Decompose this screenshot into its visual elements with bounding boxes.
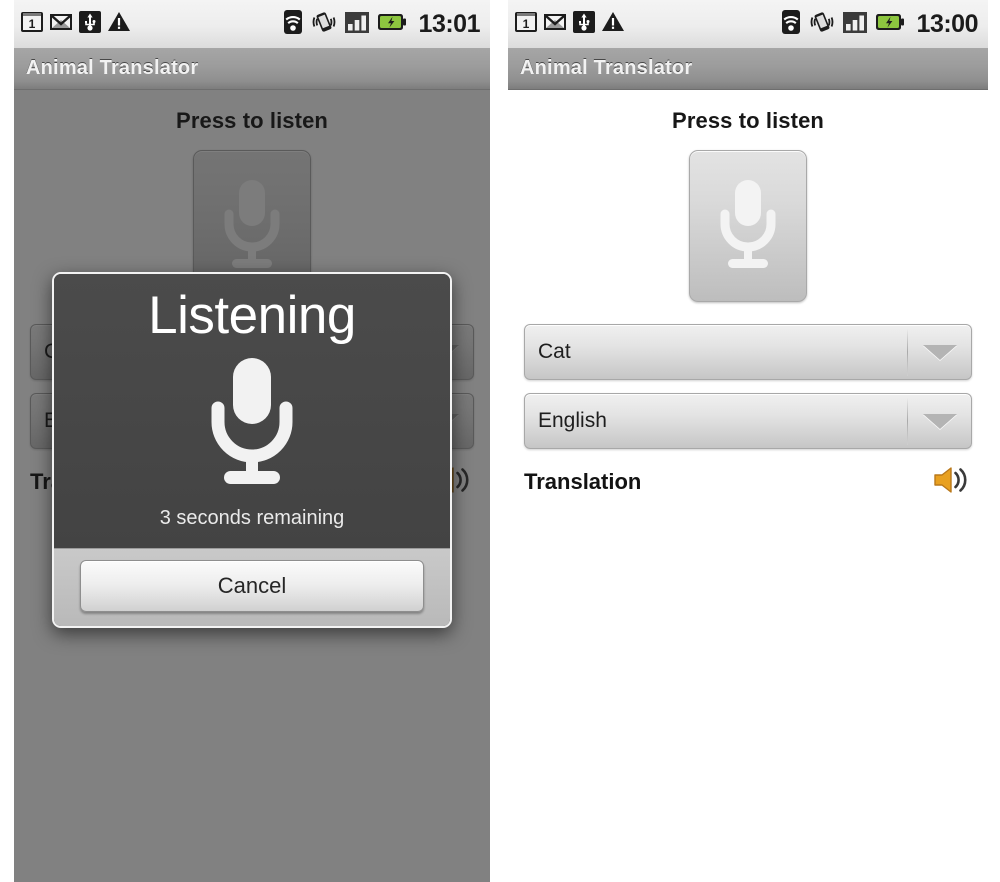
status-system-icons-right: 13:00 <box>780 9 979 40</box>
listening-countdown-text: 3 seconds remaining <box>159 506 345 529</box>
listening-dialog-body: Listening 3 seconds remaining <box>54 274 450 548</box>
vibrate-icon <box>311 9 337 40</box>
chevron-down-icon[interactable] <box>908 325 971 379</box>
cancel-button[interactable]: Cancel <box>80 559 424 612</box>
calendar-icon: 1 <box>514 10 538 39</box>
gmail-icon <box>543 10 567 39</box>
status-notification-icons-right: 1 <box>514 10 625 39</box>
app-title-bar-left: Animal Translator <box>14 48 490 90</box>
target-language-value: English <box>538 409 607 432</box>
svg-text:1: 1 <box>29 17 36 31</box>
battery-charging-icon <box>875 11 905 38</box>
status-system-icons-left: 13:01 <box>282 9 481 40</box>
phone-screen-right: 1 13:00 Animal Translator Press to liste… <box>508 0 988 882</box>
status-bar-right: 1 13:00 <box>508 0 988 48</box>
battery-charging-icon <box>377 11 407 38</box>
translation-label: Translation <box>524 469 642 494</box>
listening-dialog-title: Listening <box>148 286 356 345</box>
wifi-icon <box>780 9 802 40</box>
target-language-spinner[interactable]: English <box>524 393 972 449</box>
app-title: Animal Translator <box>26 57 199 79</box>
listening-dialog-footer: Cancel <box>54 547 450 626</box>
status-bar-left: 1 13:01 <box>14 0 490 48</box>
app-title: Animal Translator <box>520 57 693 79</box>
signal-bars-icon <box>842 9 868 40</box>
listening-dialog: Listening 3 seconds remaining Cancel <box>52 272 452 628</box>
source-language-spinner[interactable]: Cat <box>524 324 972 380</box>
status-clock: 13:00 <box>916 9 979 38</box>
spinner-group-right: Cat English <box>524 324 972 449</box>
warning-icon <box>601 10 625 39</box>
gmail-icon <box>49 10 73 39</box>
vibrate-icon <box>809 9 835 40</box>
speaker-icon[interactable] <box>932 464 972 501</box>
translation-row-right: Translation <box>524 462 972 502</box>
source-language-value: Cat <box>538 340 571 363</box>
microphone-button[interactable] <box>689 150 807 302</box>
signal-bars-icon <box>344 9 370 40</box>
chevron-down-icon[interactable] <box>908 394 971 448</box>
app-title-bar-right: Animal Translator <box>508 48 988 90</box>
status-clock: 13:01 <box>418 9 481 38</box>
press-to-listen-label: Press to listen <box>672 108 824 133</box>
calendar-icon: 1 <box>20 10 44 39</box>
phone-screen-left: 1 13:01 Animal Translator Listening 3 se… <box>14 0 490 882</box>
svg-text:1: 1 <box>523 17 530 31</box>
wifi-icon <box>282 9 304 40</box>
usb-icon <box>78 10 102 39</box>
status-notification-icons-left: 1 <box>20 10 131 39</box>
app-content-right: Press to listen Cat English Translation <box>508 90 988 882</box>
microphone-icon <box>711 174 785 279</box>
microphone-icon <box>64 352 440 497</box>
usb-icon <box>572 10 596 39</box>
warning-icon <box>107 10 131 39</box>
screenshot-stage: 1 13:01 Animal Translator Listening 3 se… <box>0 0 1000 882</box>
